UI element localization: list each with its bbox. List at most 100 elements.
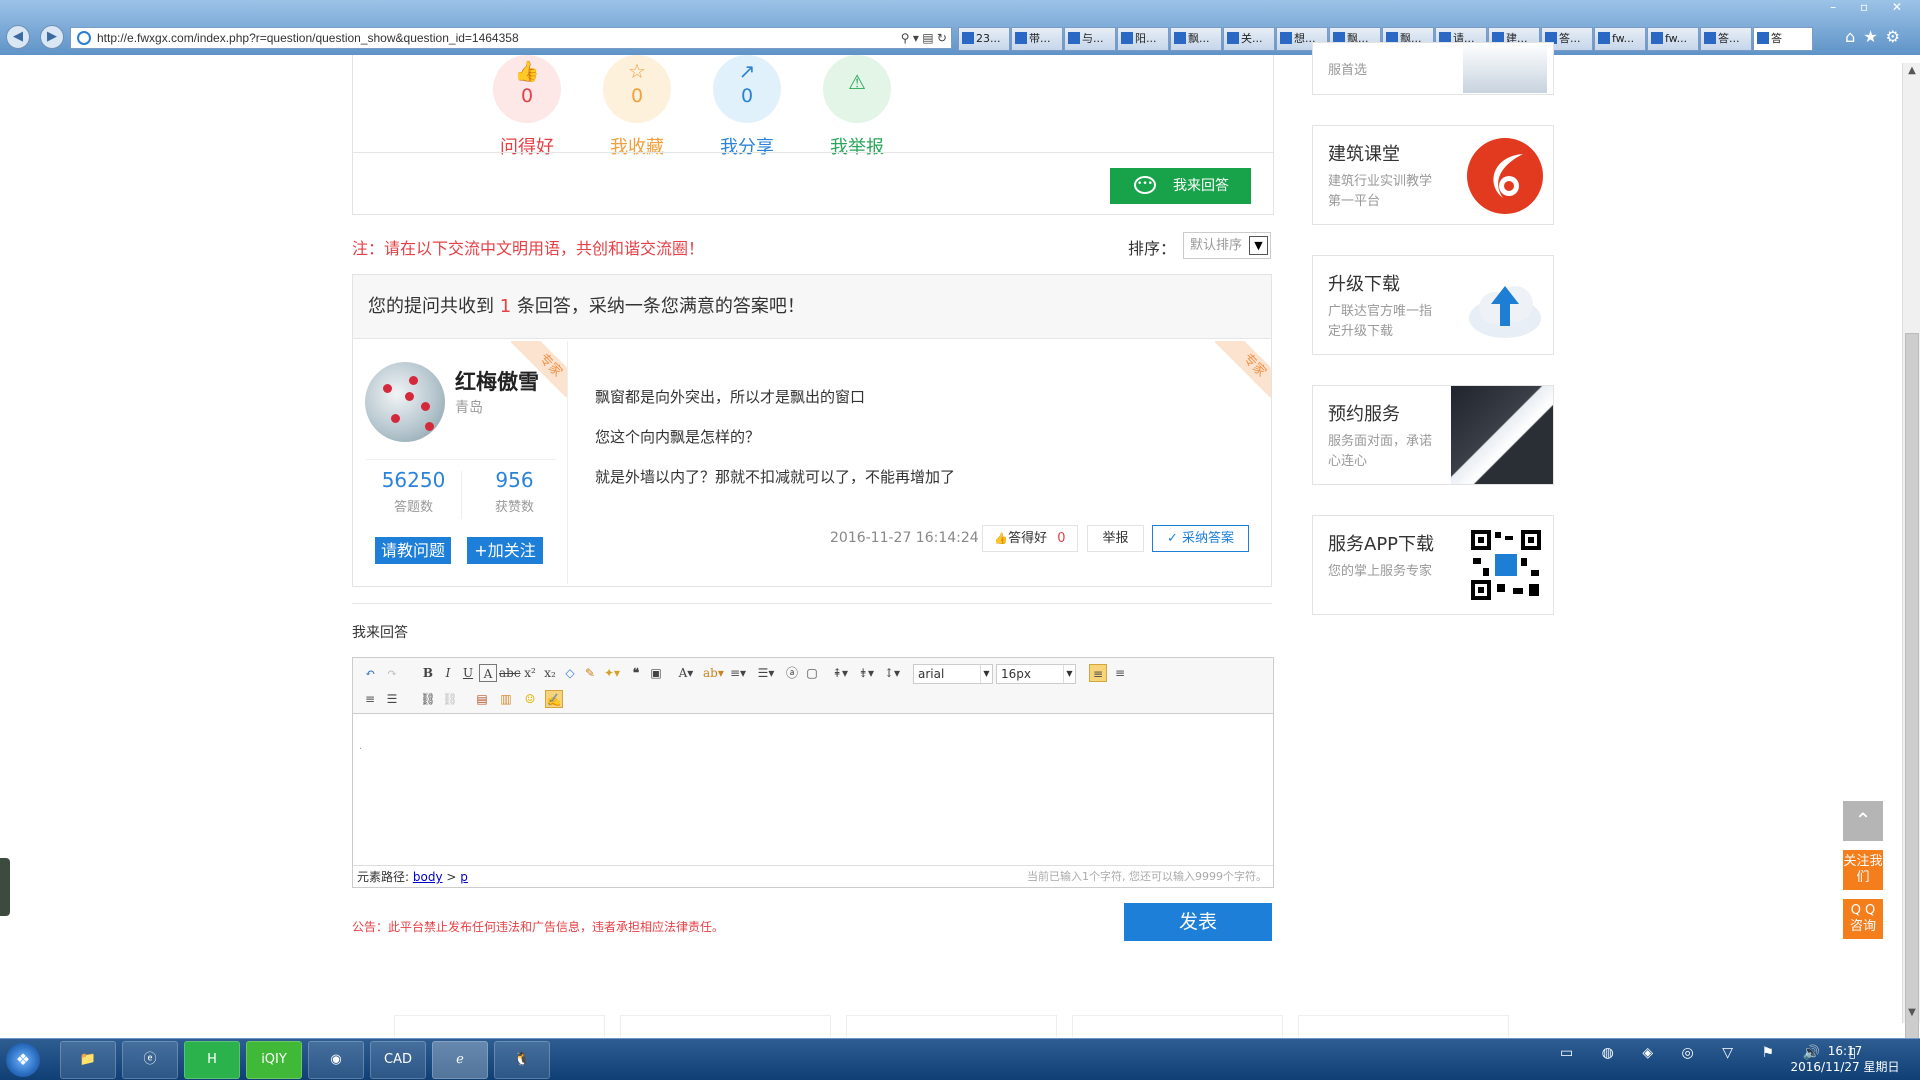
ie-icon[interactable]: ⓔ bbox=[122, 1041, 178, 1079]
paste-text-icon[interactable]: ▣ bbox=[647, 664, 665, 682]
subscript-icon[interactable]: x₂ bbox=[541, 664, 559, 682]
scrawl-icon[interactable]: ✍ bbox=[545, 690, 563, 708]
font-color-icon[interactable]: A▾ bbox=[677, 664, 695, 682]
action-good-question[interactable]: 👍 0 问得好 bbox=[472, 55, 582, 159]
page-break-icon[interactable]: ▢ bbox=[803, 664, 821, 682]
scroll-down-icon[interactable]: ▼ bbox=[1903, 1007, 1920, 1021]
stat-label: 获赞数 bbox=[494, 500, 534, 515]
row-spacing-top-icon[interactable]: ⇞▾ bbox=[831, 664, 849, 682]
quote-icon[interactable]: ❝ bbox=[627, 664, 645, 682]
line-height-icon[interactable]: ↕▾ bbox=[883, 664, 901, 682]
browser-tab[interactable]: fw... bbox=[1647, 27, 1699, 51]
answerer-name[interactable]: 红梅傲雪 bbox=[455, 366, 539, 396]
footer-logo-box[interactable] bbox=[1072, 1015, 1283, 1037]
sidebar-card-appointment[interactable]: 预约服务 服务面对面，承诺心连心 bbox=[1312, 385, 1554, 485]
vertical-scrollbar[interactable]: ▲ ▼ bbox=[1902, 63, 1920, 1053]
ie-active-icon[interactable]: ℯ bbox=[432, 1041, 488, 1079]
browser-tab[interactable]: 带... bbox=[1011, 27, 1063, 51]
ordered-list-icon[interactable]: ≡▾ bbox=[729, 664, 747, 682]
align-left-icon[interactable]: ≡ bbox=[1089, 664, 1107, 682]
qq-consult-button[interactable]: Q Q 咨询 bbox=[1843, 899, 1883, 939]
element-path-body[interactable]: body bbox=[413, 870, 443, 884]
browser-tab[interactable]: 阳... bbox=[1117, 27, 1169, 51]
eraser-icon[interactable]: ◇ bbox=[561, 664, 579, 682]
browser-tab[interactable]: fw... bbox=[1594, 27, 1646, 51]
sidebar-card-course[interactable]: 建筑课堂 建筑行业实训教学第一平台 bbox=[1312, 125, 1554, 225]
start-button[interactable]: ❖ bbox=[6, 1043, 40, 1077]
browser-tab-label: fw... bbox=[1665, 32, 1688, 45]
action-favorite[interactable]: ☆ 0 我收藏 bbox=[582, 55, 692, 159]
accept-answer-button[interactable]: ✓ 采纳答案 bbox=[1152, 525, 1249, 552]
search-icon[interactable]: ⚲ ▾ ▤ ↻ bbox=[901, 28, 947, 48]
expert-ribbon: 专家 bbox=[1215, 341, 1271, 397]
browser-tab[interactable]: 答 bbox=[1753, 27, 1813, 51]
clock[interactable]: 16:17 2016/11/27 星期日 bbox=[1790, 1043, 1900, 1075]
footer-logo-box[interactable] bbox=[620, 1015, 831, 1037]
browser-tab[interactable]: 飘... bbox=[1170, 27, 1222, 51]
browser-tab[interactable]: 答... bbox=[1700, 27, 1752, 51]
ask-question-button[interactable]: 请教问题 bbox=[375, 537, 451, 564]
superscript-icon[interactable]: x² bbox=[521, 664, 539, 682]
browser-tab[interactable]: 关... bbox=[1223, 27, 1275, 51]
align-center-icon[interactable]: ≡ bbox=[1111, 664, 1129, 682]
footer-logo-box[interactable] bbox=[846, 1015, 1057, 1037]
home-star-gear-icons[interactable]: ⌂★⚙ bbox=[1845, 27, 1908, 46]
sidebar-card-download[interactable]: 升级下载 广联达官方唯一指定升级下载 bbox=[1312, 255, 1554, 355]
anchor-icon[interactable]: ⓐ bbox=[783, 664, 801, 682]
chat-app-icon[interactable]: ◉ bbox=[308, 1041, 364, 1079]
strikethrough-icon[interactable]: abc bbox=[499, 664, 521, 682]
sort-select[interactable]: 默认排序 ▼ bbox=[1183, 232, 1271, 259]
emotion-icon[interactable]: ☺ bbox=[521, 690, 539, 708]
sidebar-card-service[interactable]: 服首选 bbox=[1312, 42, 1554, 95]
action-share[interactable]: ↗ 0 我分享 bbox=[692, 55, 802, 159]
unlink-icon[interactable]: ⛓ bbox=[441, 690, 459, 708]
chevron-down-icon[interactable]: ▼ bbox=[1249, 236, 1268, 255]
footer-logo-box[interactable] bbox=[394, 1015, 605, 1037]
qq-icon[interactable]: 🐧 bbox=[494, 1041, 550, 1079]
publish-button[interactable]: 发表 bbox=[1124, 903, 1272, 941]
font-size-select[interactable]: 16px ▼ bbox=[996, 664, 1076, 684]
image-icon[interactable]: ▤ bbox=[473, 690, 491, 708]
app-h-icon[interactable]: H bbox=[184, 1041, 240, 1079]
auto-format-icon[interactable]: ✦▾ bbox=[603, 664, 621, 682]
scroll-thumb[interactable] bbox=[1905, 333, 1919, 1053]
link-icon[interactable]: ⛓ bbox=[419, 690, 437, 708]
sidebar-card-app[interactable]: 服务APP下载 您的掌上服务专家 bbox=[1312, 515, 1554, 615]
font-family-select[interactable]: arial ▼ bbox=[913, 664, 993, 684]
editor-content-area[interactable]: . bbox=[353, 715, 1273, 865]
action-report[interactable]: ⚠ 我举报 bbox=[802, 55, 912, 159]
footer-logo-box[interactable] bbox=[1298, 1015, 1509, 1037]
format-brush-icon[interactable]: ✎ bbox=[581, 664, 599, 682]
good-answer-button[interactable]: 👍答得好 0 bbox=[982, 525, 1078, 552]
report-button[interactable]: 举报 bbox=[1087, 525, 1144, 552]
redo-icon[interactable]: ↷ bbox=[383, 664, 401, 682]
unordered-list-icon[interactable]: ☰▾ bbox=[757, 664, 775, 682]
multi-image-icon[interactable]: ▥ bbox=[497, 690, 515, 708]
row-spacing-bottom-icon[interactable]: ⇟▾ bbox=[857, 664, 875, 682]
follow-us-button[interactable]: 关注我们 bbox=[1843, 850, 1883, 890]
undo-icon[interactable]: ↶ bbox=[361, 664, 379, 682]
highlight-icon[interactable]: ab▾ bbox=[703, 664, 724, 682]
browser-tab[interactable]: 23... bbox=[958, 27, 1010, 51]
italic-icon[interactable]: I bbox=[439, 664, 457, 682]
element-path-p[interactable]: p bbox=[460, 870, 468, 884]
align-right-icon[interactable]: ≡ bbox=[361, 690, 379, 708]
window-controls[interactable]: – ▫ ✕ bbox=[1830, 0, 1912, 14]
bold-icon[interactable]: B bbox=[419, 664, 437, 682]
forward-button[interactable]: ▶ bbox=[40, 25, 64, 49]
back-to-top-icon[interactable]: ⌃ bbox=[1843, 801, 1883, 841]
reply-button[interactable]: ••• 我来回答 bbox=[1110, 168, 1251, 204]
iqiyi-icon[interactable]: iQIY bbox=[246, 1041, 302, 1079]
browser-tab[interactable]: 与... bbox=[1064, 27, 1116, 51]
address-bar[interactable]: http://e.fwxgx.com/index.php?r=question/… bbox=[70, 27, 952, 49]
underline-icon[interactable]: U bbox=[459, 664, 477, 682]
scroll-up-icon[interactable]: ▲ bbox=[1903, 65, 1920, 79]
explorer-icon[interactable]: 📁 bbox=[60, 1041, 116, 1079]
follow-button[interactable]: +加关注 bbox=[467, 537, 543, 564]
avatar[interactable] bbox=[365, 362, 445, 442]
cad-icon[interactable]: CAD bbox=[370, 1041, 426, 1079]
align-justify-icon[interactable]: ☰ bbox=[383, 690, 401, 708]
font-border-icon[interactable]: A bbox=[479, 664, 497, 682]
side-handle[interactable] bbox=[0, 858, 10, 916]
back-button[interactable]: ◀ bbox=[6, 25, 30, 49]
